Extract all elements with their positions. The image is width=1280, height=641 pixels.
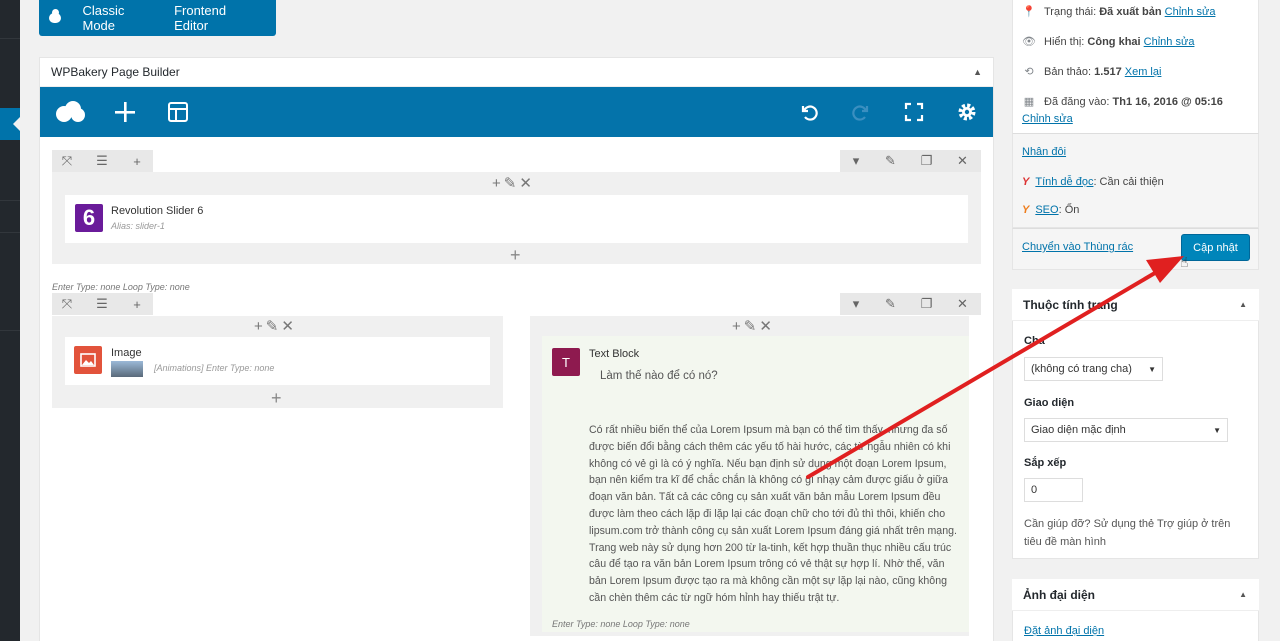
add-element-icon[interactable] [112,87,138,137]
toggle-row-icon[interactable]: ▾ [840,293,872,315]
collapse-arrow-icon[interactable]: ▲ [1239,300,1247,309]
delete-row-icon[interactable]: ✕ [944,150,981,172]
chevron-down-icon: ▼ [1148,364,1156,374]
published-line: ▦ Đã đăng vào: Th1 16, 2016 @ 05:16 [1023,96,1223,108]
settings-gear-icon[interactable] [954,87,980,137]
readability-line: Y Tính dễ đọc: Cần cải thiện [1022,176,1164,188]
mouse-cursor-icon: ☝ [1180,254,1189,270]
revolution-slider-icon: 6 [75,204,103,232]
template-select[interactable]: Giao diện mặc định ▼ [1024,418,1228,442]
revolution-slider-element[interactable]: 6 Revolution Slider 6 Alias: slider-1 [65,195,968,243]
wpbakery-cloud-icon [49,9,62,23]
parent-select[interactable]: (không có trang cha) ▼ [1024,357,1163,381]
panel-title: WPBakery Page Builder [51,65,180,79]
image-element[interactable]: Image [Animations] Enter Type: none [65,337,490,385]
history-icon: ⟲ [1024,66,1034,78]
move-row-icon[interactable]: ⤧ [52,150,82,172]
row-layout-icon[interactable]: ☰ [82,293,122,315]
revisions-link[interactable]: Xem lại [1125,66,1162,78]
element-subtitle: Alias: slider-1 [111,221,165,231]
published-edit-link[interactable]: Chỉnh sửa [1022,113,1073,125]
order-label: Sắp xếp [1024,457,1067,469]
wpbakery-logo-icon[interactable] [52,87,88,137]
element-title: Image [111,347,142,359]
published-edit-wrap: Chỉnh sửa [1022,113,1073,125]
row-1-controls-right: ▾ ✎ ❐ ✕ [840,150,981,172]
text-block-icon: T [552,348,580,376]
duplicate-wrap: Nhân đôi [1022,146,1066,158]
page-attributes-header[interactable]: Thuộc tính trang ▲ [1012,289,1259,321]
redo-icon[interactable] [848,87,874,137]
order-input[interactable]: 0 [1024,478,1083,502]
column-1-controls[interactable]: +✎✕ [492,174,535,192]
clone-row-icon[interactable]: ❐ [909,293,944,315]
element-meta: [Animations] Enter Type: none [154,363,275,373]
edit-row-icon[interactable]: ✎ [872,293,909,315]
seo-link[interactable]: SEO [1035,204,1058,216]
help-text: Cần giúp đỡ? Sử dụng thẻ Trợ giúp ở trên… [1024,518,1231,548]
status-edit-link[interactable]: Chỉnh sửa [1165,6,1216,18]
parent-label: Cha [1024,335,1045,347]
toggle-row-icon[interactable]: ▾ [840,150,872,172]
fullscreen-icon[interactable] [901,87,927,137]
editor-mode-bar: Classic Mode Frontend Editor [39,0,276,36]
add-element-plus[interactable]: + [510,245,521,266]
edit-row-icon[interactable]: ✎ [872,150,909,172]
row-1-controls-left: ⤧ ☰ + [52,150,153,172]
element-title: Revolution Slider 6 [111,205,204,217]
add-element-plus[interactable]: + [271,388,282,409]
visibility-line: 👁 Hiển thị: Công khai Chỉnh sửa [1022,36,1195,48]
classic-mode-button[interactable]: Classic Mode [82,3,152,33]
chevron-down-icon: ▼ [1213,425,1221,435]
frontend-editor-button[interactable]: Frontend Editor [174,3,254,33]
yoast-seo-icon: Y [1022,204,1030,216]
revisions-line: ⟲ Bản thảo: 1.517 Xem lại [1022,65,1161,78]
clone-row-icon[interactable]: ❐ [909,150,944,172]
image-column-controls[interactable]: +✎✕ [254,317,297,335]
set-featured-image-link[interactable]: Đặt ảnh đại diện [1024,625,1104,637]
element-title: Text Block [589,348,640,360]
text-paragraph: Có rất nhiều biến thể của Lorem Ipsum mà… [589,424,957,604]
image-element-icon [74,346,102,374]
readability-link[interactable]: Tính dễ đọc [1035,176,1093,188]
collapse-arrow-icon[interactable]: ▲ [973,67,982,77]
featured-image-title: Ảnh đại diện [1023,588,1095,602]
row-1-meta: Enter Type: none Loop Type: none [52,282,190,292]
featured-image-header[interactable]: Ảnh đại diện ▲ [1012,579,1259,611]
template-label: Giao diện [1024,397,1075,409]
undo-icon[interactable] [796,87,822,137]
builder-toolbar [40,87,993,137]
trash-wrap: Chuyển vào Thùng rác [1022,241,1133,253]
pin-icon: 📍 [1022,6,1036,18]
add-column-icon[interactable]: + [122,293,152,315]
add-column-icon[interactable]: + [122,150,152,172]
text-column: +✎✕ T Text Block Làm thế nào để có nó? C… [530,316,969,636]
eye-icon: 👁 [1022,36,1036,48]
admin-sidebar [0,0,20,641]
text-heading: Làm thế nào để có nó? [600,370,718,382]
text-block-meta: Enter Type: none Loop Type: none [552,619,690,629]
row-2-controls-left: ⤧ ☰ + [52,293,153,315]
calendar-icon: ▦ [1023,96,1035,108]
row-layout-icon[interactable]: ☰ [82,150,122,172]
page-attributes-title: Thuộc tính trang [1023,298,1118,312]
delete-row-icon[interactable]: ✕ [944,293,981,315]
update-button[interactable]: Cập nhật [1181,234,1250,261]
status-line: 📍 Trạng thái: Đã xuất bản Chỉnh sửa [1022,6,1216,18]
visibility-edit-link[interactable]: Chỉnh sửa [1144,36,1195,48]
row-2-controls-right: ▾ ✎ ❐ ✕ [840,293,981,315]
image-thumbnail [111,361,143,377]
yoast-readability-icon: Y [1022,176,1030,188]
templates-icon[interactable] [165,87,191,137]
move-to-trash-link[interactable]: Chuyển vào Thùng rác [1022,241,1133,253]
text-column-controls[interactable]: +✎✕ [732,317,775,335]
text-block-element[interactable]: T Text Block Làm thế nào để có nó? Có rấ… [542,336,969,632]
set-featured-wrap: Đặt ảnh đại diện [1024,625,1104,637]
duplicate-link[interactable]: Nhân đôi [1022,146,1066,158]
collapse-arrow-icon[interactable]: ▲ [1239,590,1247,599]
move-row-icon[interactable]: ⤧ [52,293,82,315]
seo-line: Y SEO: Ổn [1022,204,1080,216]
